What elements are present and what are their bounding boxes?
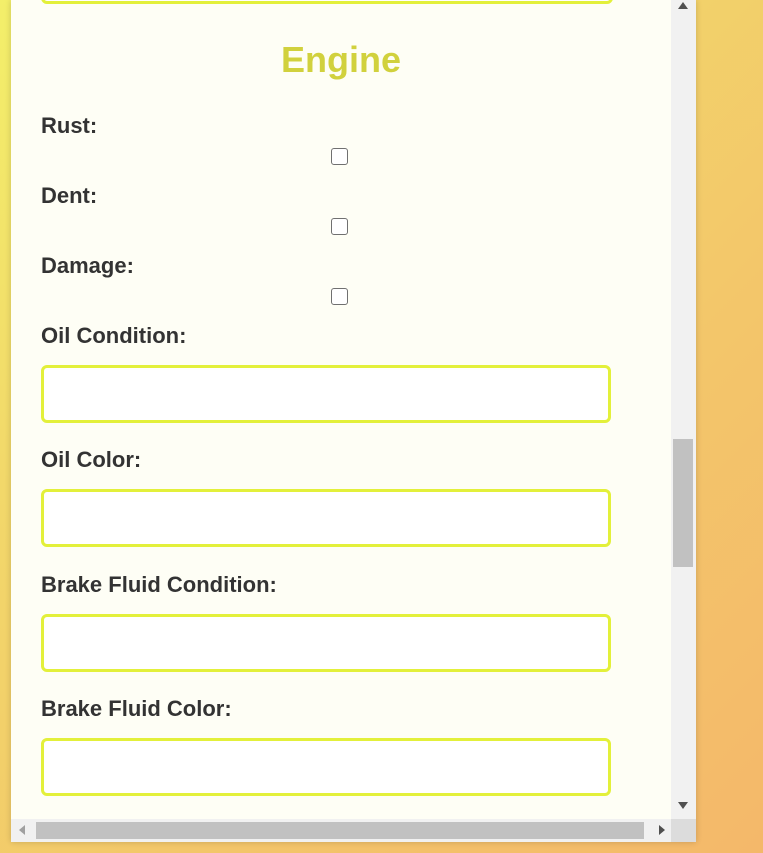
dent-label: Dent: — [41, 183, 98, 208]
rust-label: Rust: — [41, 113, 98, 138]
previous-input-field[interactable] — [41, 0, 613, 4]
rust-checkbox[interactable] — [331, 148, 348, 165]
scroll-right-arrow-icon[interactable] — [659, 825, 665, 835]
scroll-down-arrow-icon[interactable] — [678, 802, 688, 809]
vertical-scrollbar[interactable] — [671, 0, 696, 819]
brake-fluid-color-input[interactable] — [41, 738, 611, 796]
form-content: Engine Rust: Dent: Damage: Oil Condition… — [11, 0, 671, 819]
oil-color-input[interactable] — [41, 489, 611, 547]
scrollbar-corner — [671, 819, 696, 842]
oil-condition-input[interactable] — [41, 365, 611, 423]
dent-checkbox[interactable] — [331, 218, 348, 235]
damage-checkbox[interactable] — [331, 288, 348, 305]
scroll-up-arrow-icon[interactable] — [678, 2, 688, 9]
scroll-left-arrow-icon[interactable] — [19, 825, 25, 835]
form-panel: Engine Rust: Dent: Damage: Oil Condition… — [11, 0, 696, 842]
brake-fluid-condition-label: Brake Fluid Condition: — [41, 572, 277, 597]
horizontal-scroll-thumb[interactable] — [36, 822, 644, 839]
oil-condition-label: Oil Condition: — [41, 323, 187, 348]
brake-fluid-color-label: Brake Fluid Color: — [41, 696, 232, 721]
section-title: Engine — [280, 39, 401, 80]
horizontal-scrollbar[interactable] — [11, 819, 671, 842]
oil-color-label: Oil Color: — [41, 447, 142, 472]
vertical-scroll-thumb[interactable] — [673, 439, 693, 567]
damage-label: Damage: — [41, 253, 134, 278]
brake-fluid-condition-input[interactable] — [41, 614, 611, 672]
